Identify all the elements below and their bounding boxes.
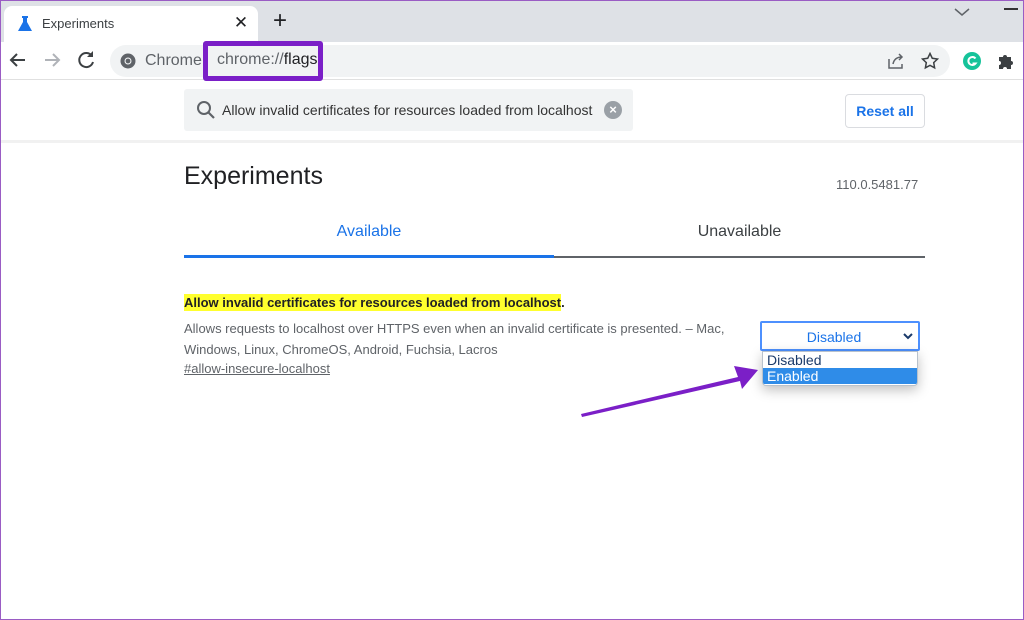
flask-icon <box>18 16 32 31</box>
reload-icon[interactable] <box>74 48 98 72</box>
flags-search-bar: × <box>184 89 633 131</box>
grammarly-icon[interactable] <box>962 51 982 71</box>
bookmark-star-icon[interactable] <box>921 52 939 70</box>
browser-tab[interactable]: Experiments ✕ <box>4 6 258 42</box>
address-bar[interactable]: Chrome chrome://flags <box>110 41 950 81</box>
url-text[interactable]: chrome://flags <box>217 51 317 69</box>
site-label: Chrome <box>145 52 202 69</box>
page-title: Experiments <box>184 162 323 190</box>
share-icon[interactable] <box>887 52 905 70</box>
browser-toolbar: Chrome chrome://flags <box>0 41 1024 81</box>
flag-permalink[interactable]: #allow-insecure-localhost <box>184 361 330 376</box>
flag-title-highlight: Allow invalid certificates for resources… <box>184 294 562 311</box>
back-icon[interactable] <box>6 48 30 72</box>
forward-icon[interactable] <box>40 48 64 72</box>
tab-search-chevron-icon[interactable] <box>952 4 972 20</box>
chevron-down-icon <box>903 333 913 340</box>
tab-available[interactable]: Available <box>184 212 554 258</box>
url-highlight-box[interactable]: chrome://flags <box>203 41 323 81</box>
tab-title: Experiments <box>42 16 115 31</box>
url-prefix: chrome:// <box>217 51 284 68</box>
new-tab-button[interactable]: + <box>268 9 292 34</box>
header-divider <box>0 140 1024 143</box>
select-current-value: Disabled <box>806 329 862 345</box>
chrome-logo-icon <box>120 53 136 69</box>
clear-search-icon[interactable]: × <box>604 101 622 119</box>
extensions-puzzle-icon[interactable] <box>996 51 1016 71</box>
search-icon <box>197 101 215 119</box>
reset-all-button[interactable]: Reset all <box>845 94 925 128</box>
option-disabled[interactable]: Disabled <box>763 352 917 368</box>
close-tab-icon[interactable]: ✕ <box>230 12 252 34</box>
minimize-button[interactable] <box>1004 8 1018 10</box>
flags-search-input[interactable] <box>222 89 594 131</box>
flag-description: Allows requests to localhost over HTTPS … <box>184 321 725 357</box>
select-dropdown-list: Disabled Enabled <box>762 351 918 386</box>
tab-strip: Experiments ✕ + <box>0 0 1024 42</box>
flags-tabs: Available Unavailable <box>184 212 925 258</box>
flag-state-select[interactable]: Disabled <box>760 321 920 351</box>
chrome-version: 110.0.5481.77 <box>836 177 919 192</box>
option-enabled[interactable]: Enabled <box>763 368 917 384</box>
flag-title: Allow invalid certificates for resources… <box>184 294 565 311</box>
url-path: flags <box>283 51 318 68</box>
tab-unavailable[interactable]: Unavailable <box>554 212 925 258</box>
flag-title-suffix: . <box>561 295 565 310</box>
